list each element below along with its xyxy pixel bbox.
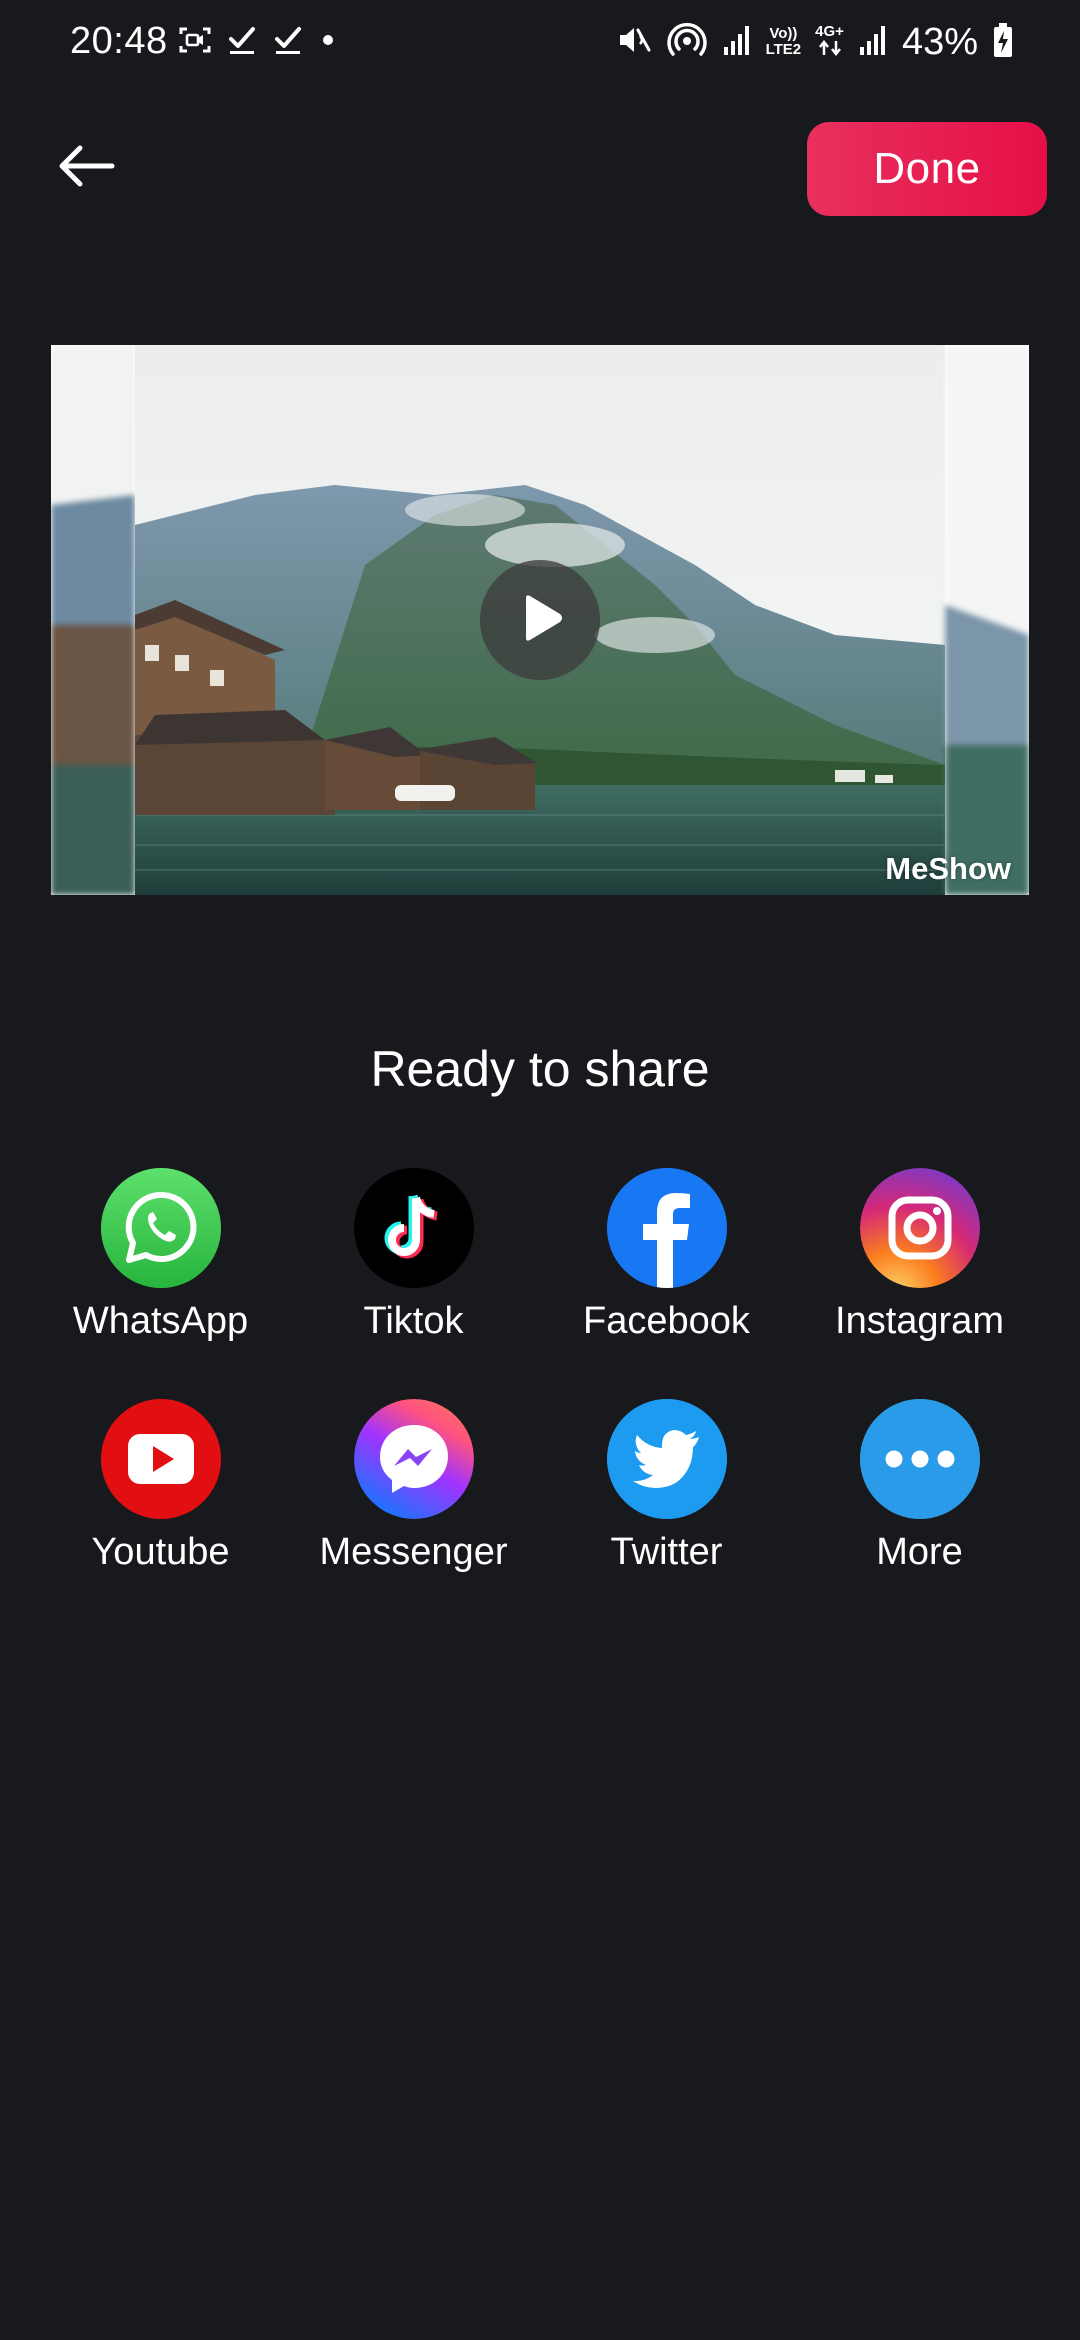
- video-preview[interactable]: MeShow: [51, 345, 1029, 895]
- status-time: 20:48: [70, 20, 168, 62]
- share-twitter[interactable]: Twitter: [540, 1399, 793, 1599]
- volte-label: Vo)): [769, 25, 798, 42]
- share-label: Youtube: [91, 1531, 230, 1573]
- share-title: Ready to share: [370, 1041, 710, 1097]
- volte-indicator: Vo)) LTE2: [766, 26, 802, 58]
- data-arrows-icon: [815, 39, 844, 60]
- share-screen: 20:48 Vo)) LTE2 4G+ 43% Done MeShow Read…: [0, 0, 1080, 2340]
- task-done-icon: [272, 24, 304, 61]
- play-icon: [512, 590, 568, 651]
- watermark: MeShow: [885, 851, 1011, 886]
- more-icon: [859, 1399, 980, 1519]
- status-system-icons: Vo)) LTE2 4G+ 43%: [616, 20, 1014, 64]
- arrow-left-icon: [56, 144, 116, 193]
- signal-icon: [858, 23, 888, 62]
- play-button[interactable]: [480, 560, 600, 680]
- video-frame-blurred-left: [51, 345, 135, 895]
- network-type-indicator: 4G+: [815, 24, 844, 60]
- share-label: Instagram: [835, 1300, 1004, 1342]
- instagram-icon: [859, 1168, 980, 1288]
- battery-charging-icon: [992, 22, 1014, 63]
- share-label: Messenger: [319, 1531, 508, 1573]
- share-whatsapp[interactable]: WhatsApp: [34, 1168, 287, 1368]
- screen-record-icon: [178, 25, 212, 60]
- done-button[interactable]: Done: [807, 122, 1047, 216]
- share-label: Tiktok: [363, 1300, 464, 1342]
- share-more[interactable]: More: [793, 1399, 1046, 1599]
- share-instagram[interactable]: Instagram: [793, 1168, 1046, 1368]
- share-tiktok[interactable]: Tiktok: [287, 1168, 540, 1368]
- status-bar: 20:48 Vo)) LTE2 4G+ 43%: [0, 0, 1080, 86]
- signal-icon: [722, 23, 752, 62]
- share-messenger[interactable]: Messenger: [287, 1399, 540, 1599]
- share-label: Facebook: [583, 1300, 750, 1342]
- network-type-label: 4G+: [815, 23, 844, 40]
- messenger-icon: [353, 1399, 474, 1519]
- video-frame-blurred-right: [945, 345, 1029, 895]
- twitter-icon: [606, 1399, 727, 1519]
- tiktok-icon: [353, 1168, 474, 1288]
- mute-icon: [616, 22, 652, 63]
- share-label: Twitter: [610, 1531, 723, 1573]
- lte-label: LTE2: [765, 41, 802, 58]
- task-done-icon: [226, 24, 258, 61]
- hotspot-icon: [666, 20, 708, 65]
- notification-dot-icon: [318, 30, 338, 55]
- battery-percent: 43%: [901, 20, 978, 63]
- share-label: WhatsApp: [72, 1300, 249, 1342]
- back-button[interactable]: [46, 132, 126, 204]
- whatsapp-icon: [100, 1168, 221, 1288]
- status-notification-icons: [178, 22, 338, 62]
- share-youtube[interactable]: Youtube: [34, 1399, 287, 1599]
- share-label: More: [876, 1531, 963, 1573]
- share-facebook[interactable]: Facebook: [540, 1168, 793, 1368]
- facebook-icon: [606, 1168, 727, 1288]
- youtube-icon: [100, 1399, 221, 1519]
